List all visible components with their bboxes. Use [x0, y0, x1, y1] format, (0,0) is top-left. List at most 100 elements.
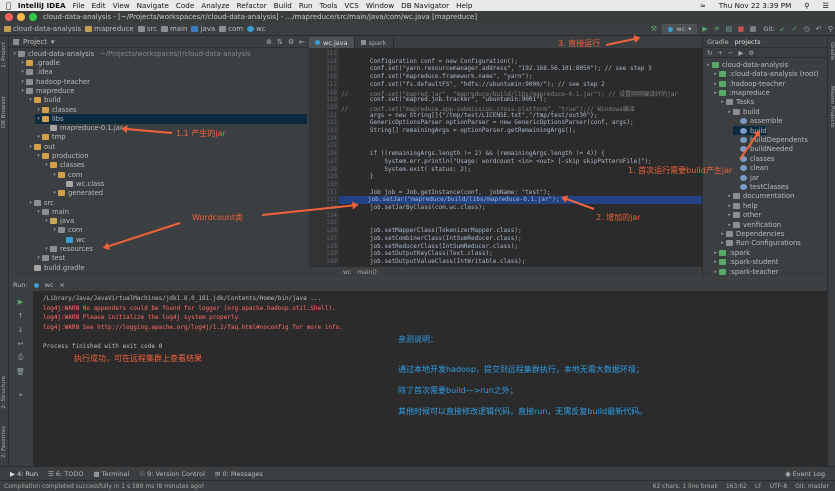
- project-tree-item[interactable]: ▾ libs: [35, 114, 307, 124]
- gear-icon[interactable]: ⚙: [288, 38, 294, 46]
- menu-run[interactable]: Run: [299, 1, 313, 10]
- remove-icon[interactable]: −: [728, 49, 733, 57]
- gradle-tree-item[interactable]: jar: [733, 173, 759, 183]
- gradle-tree-item[interactable]: ▸ verification: [726, 220, 781, 230]
- close-window-button[interactable]: [5, 13, 13, 21]
- scroll-down-icon[interactable]: ↓: [16, 325, 25, 334]
- pin-icon[interactable]: ⌖: [16, 391, 25, 400]
- menu-tools[interactable]: Tools: [320, 1, 338, 10]
- project-panel-title[interactable]: Project: [23, 38, 47, 46]
- project-tree-item[interactable]: ▾ com: [51, 170, 307, 180]
- expand-arrow-icon[interactable]: ▸: [712, 90, 719, 96]
- breadcrumb-module[interactable]: mapreduce: [85, 25, 134, 33]
- run-task-icon[interactable]: ▶: [738, 49, 743, 57]
- code-line[interactable]: }: [341, 173, 374, 181]
- gear-icon[interactable]: ⚙: [748, 49, 754, 57]
- expand-arrow-icon[interactable]: ▸: [719, 240, 726, 246]
- expand-arrow-icon[interactable]: ▸: [712, 269, 719, 275]
- menu-window[interactable]: Window: [366, 1, 394, 10]
- tool-db-browser[interactable]: DB Browser: [1, 96, 7, 128]
- git-update-icon[interactable]: ↙: [778, 25, 787, 34]
- expand-arrow-icon[interactable]: ▾: [19, 69, 26, 75]
- expand-arrow-icon[interactable]: ▾: [35, 153, 42, 159]
- close-icon[interactable]: ×: [60, 281, 65, 289]
- breadcrumb-java[interactable]: java: [191, 25, 215, 33]
- clear-icon[interactable]: 🗑: [16, 367, 25, 376]
- gradle-tree-item[interactable]: ▸ help: [726, 201, 757, 211]
- tool-run-tab[interactable]: ▶ 4: Run: [10, 470, 38, 478]
- project-tree-item[interactable]: ▾ .gradle: [19, 58, 307, 68]
- gradle-tree-item[interactable]: ▸:spark-student: [712, 257, 778, 267]
- status-line-separator[interactable]: LF: [755, 483, 762, 490]
- tool-gradle[interactable]: Gradle: [829, 42, 835, 60]
- project-tree-item[interactable]: build.gradle: [27, 263, 307, 273]
- expand-arrow-icon[interactable]: ▾: [43, 218, 50, 224]
- revert-icon[interactable]: ↶: [814, 25, 823, 34]
- run-icon[interactable]: ▶: [700, 25, 709, 34]
- tool-vcs-tab[interactable]: ☉ 9: Version Control: [139, 470, 205, 478]
- gradle-tree-item[interactable]: ▸ Dependencies: [719, 229, 784, 239]
- expand-arrow-icon[interactable]: ▸: [726, 109, 733, 115]
- expand-arrow-icon[interactable]: ▾: [35, 107, 42, 113]
- breadcrumb-main[interactable]: main: [160, 25, 187, 33]
- tool-maven[interactable]: Maven Projects: [829, 86, 835, 128]
- breadcrumb-wc[interactable]: wc: [247, 25, 266, 33]
- coverage-icon[interactable]: ▤: [724, 25, 733, 34]
- project-tree-item[interactable]: ▾ mapreduce: [19, 86, 307, 96]
- tool-favorites[interactable]: 2: Favorites: [1, 426, 7, 458]
- gradle-tree-item[interactable]: ▸:spark: [712, 248, 750, 258]
- hide-icon[interactable]: ⇤: [299, 38, 305, 46]
- project-tree-item[interactable]: ▾ generated: [51, 189, 307, 199]
- tool-messages-tab[interactable]: ✉ 0: Messages: [215, 470, 263, 478]
- print-icon[interactable]: ⎙: [16, 353, 25, 362]
- project-tree-item[interactable]: mapreduce-0.1.jar: [43, 123, 307, 133]
- code-editor[interactable]: Configuration conf = new Configuration()…: [339, 48, 702, 266]
- clock[interactable]: Thu Nov 22 3:39 PM: [719, 1, 792, 10]
- gradle-tree-item[interactable]: ▸ cloud-data-analysis: [705, 60, 788, 70]
- expand-arrow-icon[interactable]: ▾: [27, 97, 34, 103]
- apple-icon[interactable]: : [6, 1, 11, 10]
- expand-arrow-icon[interactable]: ▾: [43, 246, 50, 252]
- search-everywhere-icon[interactable]: ⚲: [826, 25, 835, 34]
- gradle-tree-item[interactable]: ▸:cloud-data-analysis (root): [712, 69, 818, 79]
- expand-arrow-icon[interactable]: ▸: [712, 81, 719, 87]
- tool-terminal-tab[interactable]: ▩ Terminal: [93, 470, 129, 478]
- chevron-down-icon[interactable]: ▾: [51, 38, 55, 46]
- gradle-projects-tab[interactable]: projects: [735, 38, 761, 46]
- expand-arrow-icon[interactable]: ▸: [719, 231, 726, 237]
- gradle-tree-item[interactable]: ▸:hadoop-teacher: [712, 79, 785, 89]
- menu-view[interactable]: View: [113, 1, 130, 10]
- tab-spark[interactable]: spark: [355, 37, 394, 48]
- tab-wc-java[interactable]: wc.java: [309, 37, 355, 48]
- rerun-icon[interactable]: ▶: [16, 297, 25, 306]
- menu-navigate[interactable]: Navigate: [137, 1, 169, 10]
- breadcrumb-src[interactable]: src: [137, 25, 157, 33]
- expand-arrow-icon[interactable]: ▾: [19, 60, 26, 66]
- status-message[interactable]: Compilation completed successfully in 1 …: [4, 483, 204, 490]
- expand-arrow-icon[interactable]: ▾: [51, 172, 58, 178]
- project-tree-item[interactable]: ▾ out: [27, 142, 307, 152]
- project-tree-item[interactable]: ▾ production: [35, 151, 307, 161]
- menu-analyze[interactable]: Analyze: [201, 1, 229, 10]
- project-tree-item[interactable]: ▾ classes: [43, 161, 307, 171]
- expand-arrow-icon[interactable]: ▾: [43, 162, 50, 168]
- code-line[interactable]: job.setJarByClass(com.wc.class);: [341, 204, 486, 212]
- expand-arrow-icon[interactable]: ▸: [712, 250, 719, 256]
- menu-list-icon[interactable]: ☰: [823, 1, 829, 10]
- expand-arrow-icon[interactable]: ▾: [35, 209, 42, 215]
- gradle-tree-item[interactable]: ▸ Tasks: [719, 98, 754, 108]
- gradle-tree-item[interactable]: assemble: [733, 116, 782, 126]
- expand-arrow-icon[interactable]: ▾: [19, 79, 26, 85]
- debug-icon[interactable]: ✳: [712, 25, 721, 34]
- project-tree-item[interactable]: ▾ resources: [43, 244, 307, 254]
- minimize-window-button[interactable]: [17, 13, 25, 21]
- tool-structure[interactable]: 2: Structure: [1, 376, 7, 409]
- tool-todo-tab[interactable]: ☰ 6: TODO: [48, 470, 84, 478]
- menu-refactor[interactable]: Refactor: [237, 1, 267, 10]
- project-tree-item[interactable]: ▾ hadoop-teacher: [19, 77, 307, 87]
- expand-arrow-icon[interactable]: ▾: [27, 144, 34, 150]
- menu-file[interactable]: File: [73, 1, 85, 10]
- code-line[interactable]: job.setOutputValueClass(IntWritable.clas…: [341, 258, 525, 266]
- expand-arrow-icon[interactable]: ▸: [719, 99, 726, 105]
- expand-arrow-icon[interactable]: ▾: [51, 227, 58, 233]
